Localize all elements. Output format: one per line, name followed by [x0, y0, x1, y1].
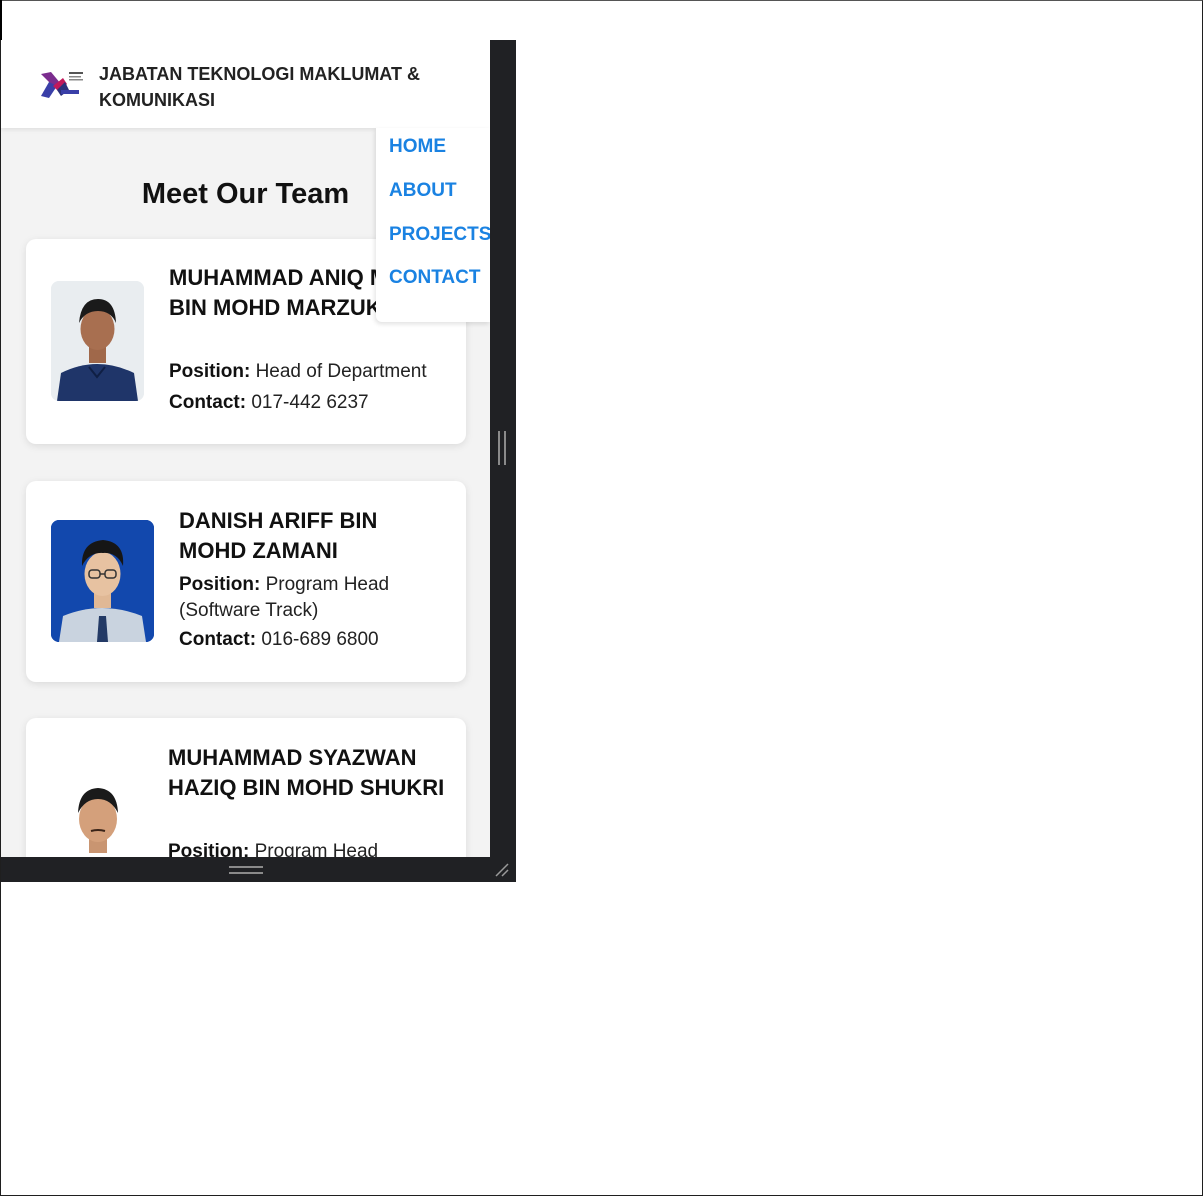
- contact-label: Contact:: [179, 629, 257, 650]
- nav-item-contact[interactable]: CONTACT: [389, 267, 480, 289]
- position-value: Head of Department: [255, 361, 427, 382]
- height-resize-handle[interactable]: [229, 866, 263, 874]
- viewport-bottom-bar: [1, 857, 516, 882]
- width-resize-handle[interactable]: [498, 431, 506, 465]
- site-title: JABATAN TEKNOLOGI MAKLUMAT & KOMUNIKASI: [99, 64, 420, 110]
- member-position: Position: Program Head (Software Track): [179, 572, 439, 624]
- corner-resize-icon[interactable]: [494, 862, 510, 878]
- position-label: Position:: [169, 361, 251, 382]
- member-contact: Contact: 016-689 6800: [179, 627, 439, 653]
- department-logo-icon[interactable]: [39, 68, 85, 100]
- member-photo: [51, 281, 144, 401]
- nav-item-projects[interactable]: PROJECTS: [389, 224, 490, 246]
- member-name: DANISH ARIFF BIN MOHD ZAMANI: [179, 508, 378, 563]
- position-value: Program Head: [254, 841, 379, 857]
- member-position: Position: Head of Department: [169, 359, 454, 385]
- member-photo: [51, 771, 144, 857]
- contact-value: 017-442 6237: [251, 392, 369, 413]
- nav-item-about[interactable]: ABOUT: [389, 180, 457, 202]
- device-viewport: JABATAN TEKNOLOGI MAKLUMAT & KOMUNIKASI …: [1, 40, 490, 857]
- contact-value: 016-689 6800: [261, 629, 379, 650]
- contact-label: Contact:: [169, 392, 247, 413]
- nav-menu: HOME ABOUT PROJECTS CONTACT: [376, 128, 490, 322]
- site-header: JABATAN TEKNOLOGI MAKLUMAT & KOMUNIKASI: [1, 40, 490, 128]
- member-photo: [51, 520, 154, 642]
- position-label: Position:: [179, 574, 261, 595]
- member-position: Position: Program Head: [168, 839, 453, 857]
- team-card: DANISH ARIFF BIN MOHD ZAMANI Position: P…: [26, 481, 466, 682]
- team-card: MUHAMMAD SYAZWAN HAZIQ BIN MOHD SHUKRI P…: [26, 718, 466, 857]
- position-label: Position:: [168, 841, 250, 857]
- nav-item-home[interactable]: HOME: [389, 136, 446, 158]
- member-contact: Contact: 017-442 6237: [169, 390, 454, 416]
- viewport-resize-bar: [490, 40, 516, 882]
- frame-edge: [0, 0, 2, 40]
- member-name: MUHAMMAD SYAZWAN HAZIQ BIN MOHD SHUKRI: [168, 745, 445, 800]
